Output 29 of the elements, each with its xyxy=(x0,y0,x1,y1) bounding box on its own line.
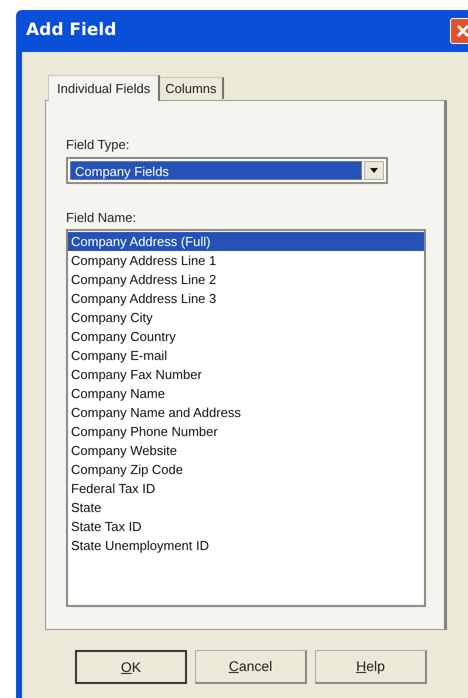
list-item[interactable]: Company Fax Number xyxy=(68,365,424,384)
list-item[interactable]: Company Address (Full) xyxy=(68,232,424,251)
field-label: Field Type: xyxy=(66,136,130,154)
field-type-dropdown[interactable]: Company Fields xyxy=(66,156,388,184)
list-item[interactable]: Company Address Line 3 xyxy=(68,289,424,308)
list-item[interactable]: Company Name xyxy=(68,384,424,403)
list-item[interactable]: Federal Tax ID xyxy=(68,479,424,498)
caret-icon xyxy=(370,168,378,172)
list-item[interactable]: Company E-mail xyxy=(68,346,424,365)
list-item[interactable]: Company Address Line 1 xyxy=(68,251,424,270)
dialog-button[interactable]: Cancel xyxy=(195,650,307,684)
list-item[interactable]: State Tax ID xyxy=(68,517,424,536)
list-item[interactable]: Company Address Line 2 xyxy=(68,270,424,289)
list-item[interactable]: Company Name and Address xyxy=(68,403,424,422)
window-title: Add Field xyxy=(26,19,116,42)
tab[interactable]: Individual Fields xyxy=(48,75,160,101)
list-item[interactable]: Company Country xyxy=(68,327,424,346)
list-item[interactable]: Company Website xyxy=(68,441,424,460)
tab[interactable]: Columns xyxy=(160,77,224,99)
field-label: Field Name: xyxy=(66,208,138,226)
list-item[interactable]: Company Phone Number xyxy=(68,422,424,441)
close-icon xyxy=(456,24,468,38)
list-item[interactable]: State xyxy=(68,498,424,517)
dropdown-arrow-button[interactable] xyxy=(364,160,384,180)
list-item[interactable]: Company City xyxy=(68,308,424,327)
list-item[interactable]: State Unemployment ID xyxy=(68,536,424,555)
dialog-button[interactable]: Help xyxy=(315,650,427,684)
dialog-button[interactable]: OK xyxy=(75,650,187,684)
list-item[interactable]: Company Zip Code xyxy=(68,460,424,479)
